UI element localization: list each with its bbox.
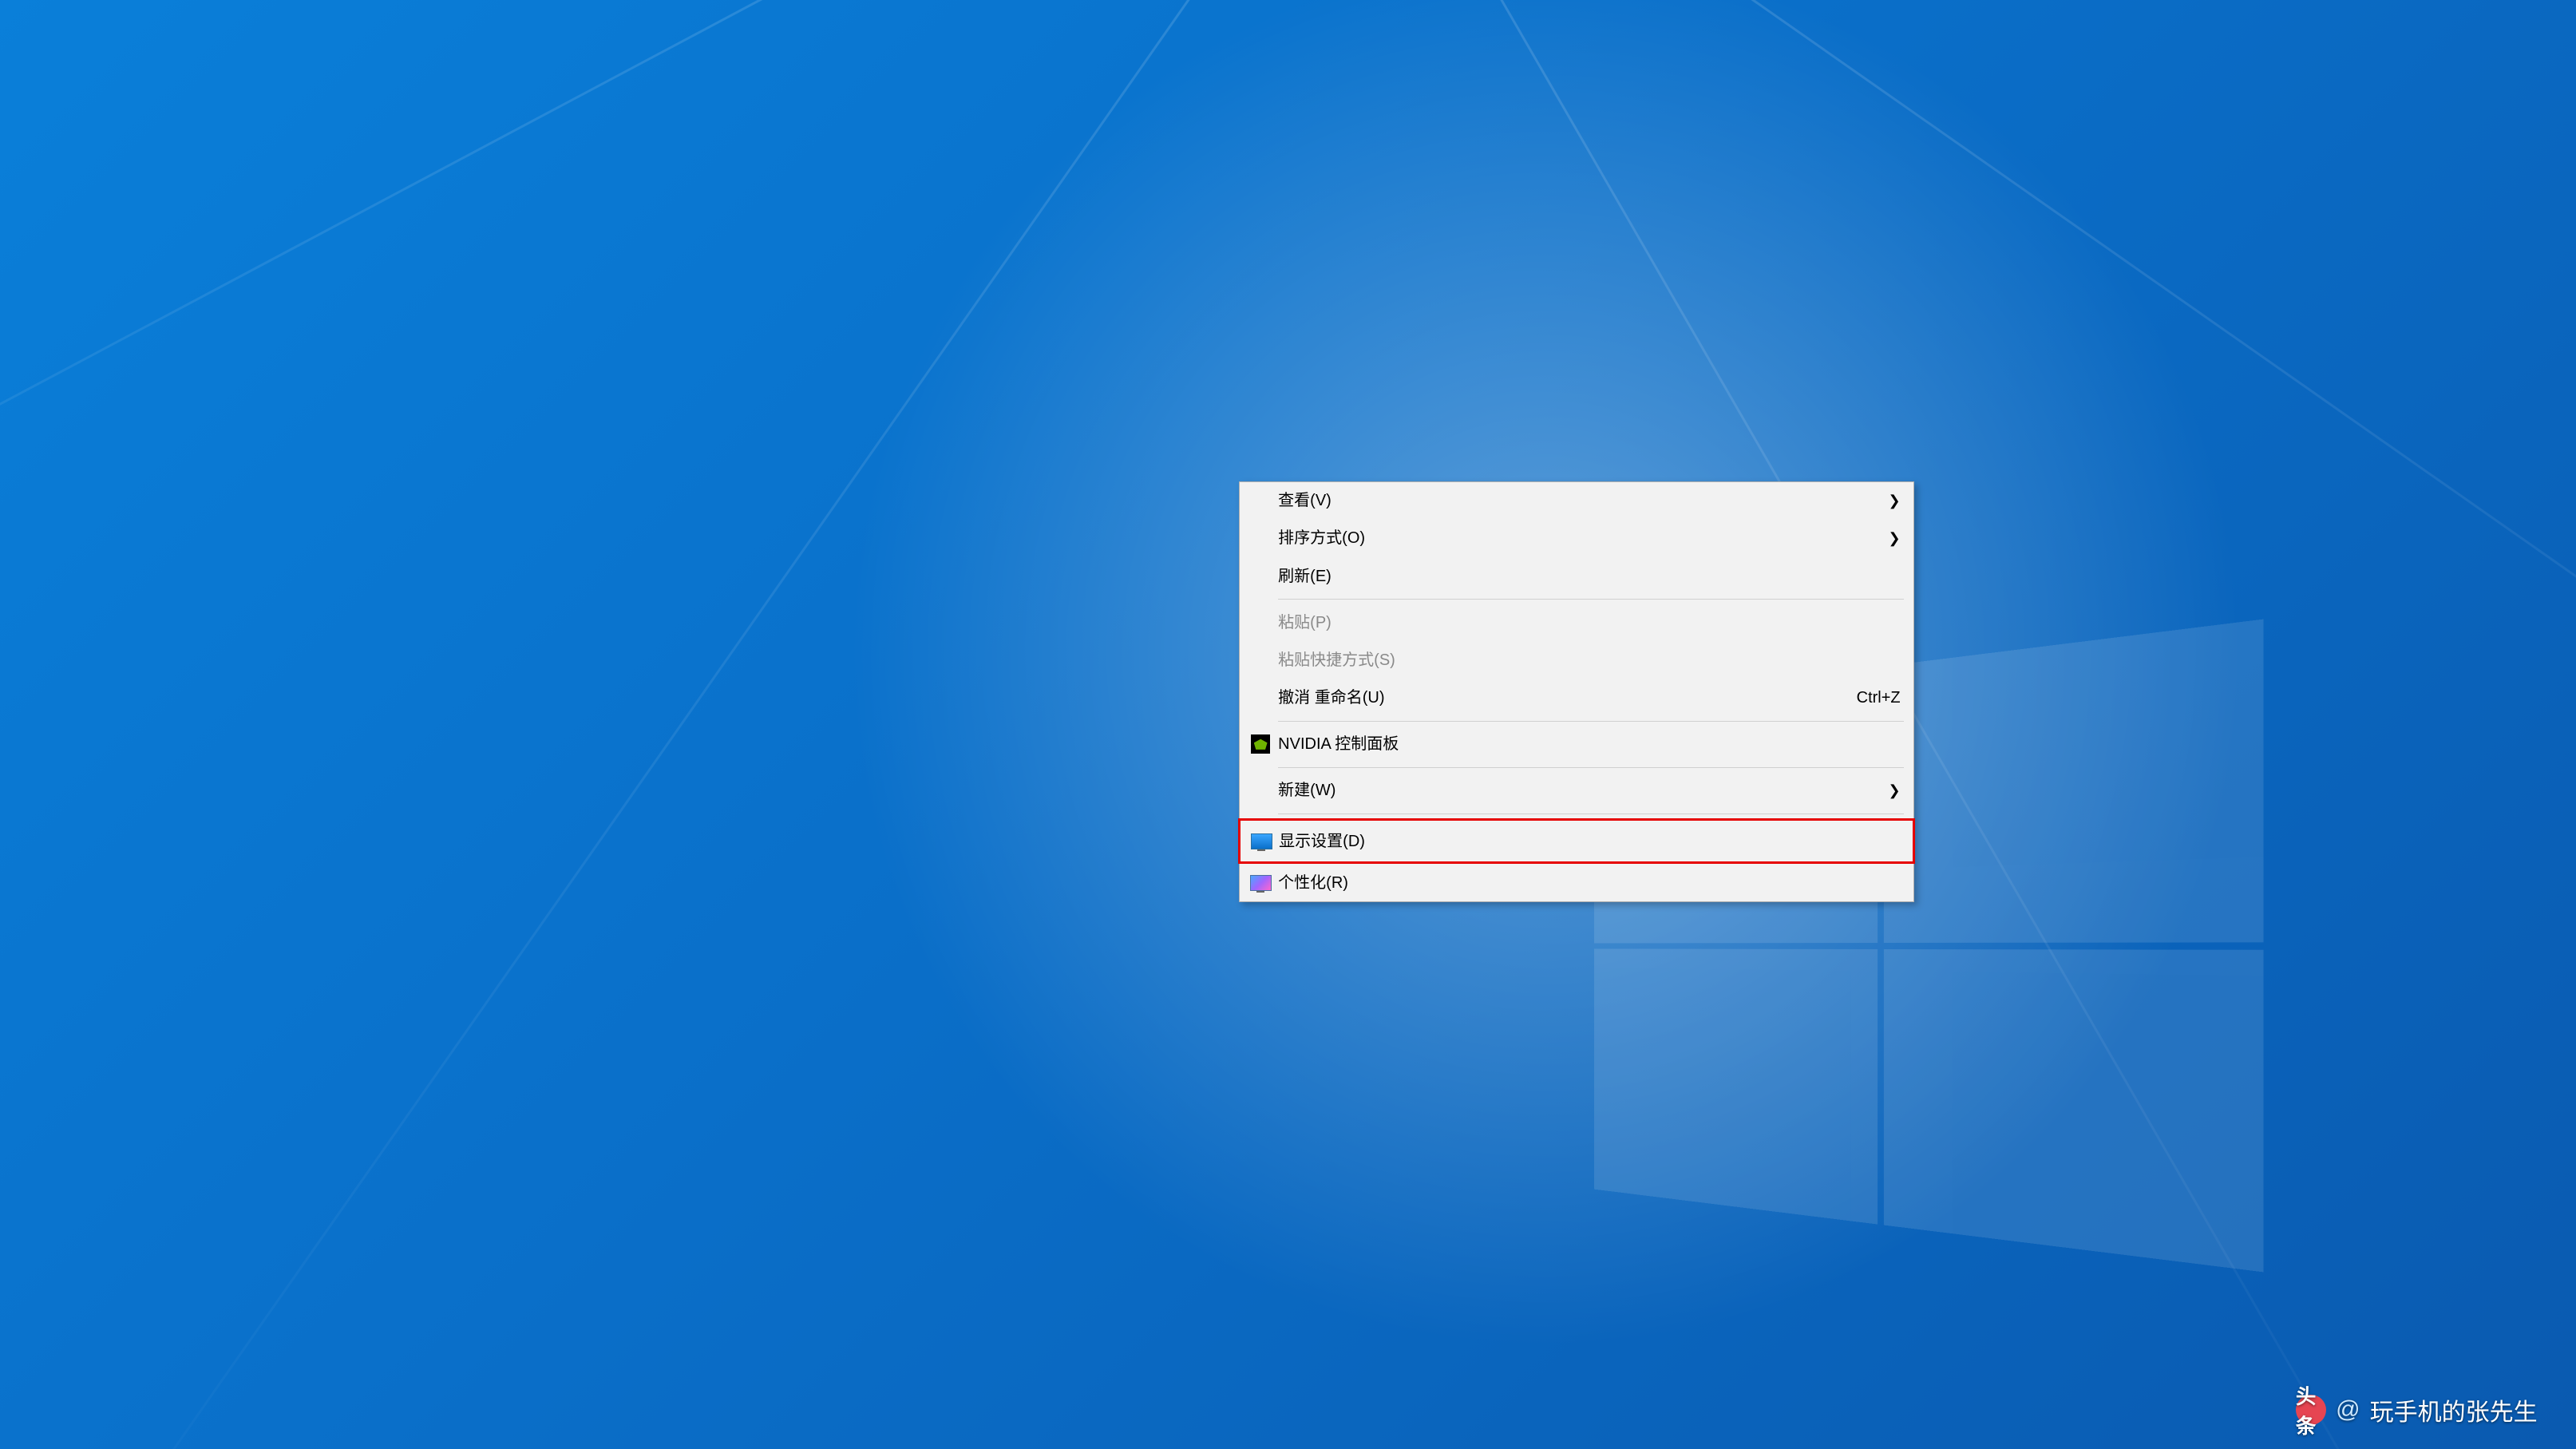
menu-item-refresh[interactable]: 刷新(E) [1240,557,1913,595]
menu-label: 新建(W) [1278,778,1335,803]
menu-item-display-settings[interactable]: 显示设置(D) [1241,822,1912,860]
menu-item-nvidia[interactable]: NVIDIA 控制面板 [1240,726,1913,763]
submenu-arrow-icon: ❯ [1889,489,1901,513]
menu-label: 粘贴(P) [1278,610,1332,635]
menu-label: 撤消 重命名(U) [1278,685,1384,711]
personalize-icon [1248,875,1272,891]
display-icon [1249,833,1273,849]
menu-separator [1278,599,1903,600]
menu-label: 显示设置(D) [1279,829,1365,854]
menu-label: 排序方式(O) [1278,525,1365,551]
tutorial-highlight: 显示设置(D) [1238,818,1914,864]
menu-label: 刷新(E) [1278,564,1332,589]
menu-label: 查看(V) [1278,488,1332,513]
menu-item-sort[interactable]: 排序方式(O) ❯ [1240,520,1913,557]
desktop-context-menu: 查看(V) ❯ 排序方式(O) ❯ 刷新(E) 粘贴(P) 粘贴快捷方式(S) … [1239,481,1913,903]
watermark-author: 玩手机的张先生 [2370,1392,2538,1427]
desktop-wallpaper[interactable]: 查看(V) ❯ 排序方式(O) ❯ 刷新(E) 粘贴(P) 粘贴快捷方式(S) … [0,0,2576,1449]
menu-label: 个性化(R) [1278,870,1348,896]
menu-item-undo-rename[interactable]: 撤消 重命名(U) Ctrl+Z [1240,679,1913,717]
menu-separator [1278,767,1903,768]
watermark-badge: 头条 [2296,1395,2326,1425]
watermark-at: @ [2336,1396,2360,1423]
menu-item-paste-shortcut: 粘贴快捷方式(S) [1240,641,1913,679]
menu-item-personalize[interactable]: 个性化(R) [1240,864,1913,901]
menu-item-view[interactable]: 查看(V) ❯ [1240,482,1913,520]
menu-item-new[interactable]: 新建(W) ❯ [1240,772,1913,810]
menu-shortcut: Ctrl+Z [1857,685,1901,711]
menu-label: 粘贴快捷方式(S) [1278,647,1395,673]
submenu-arrow-icon: ❯ [1889,779,1901,802]
menu-separator [1278,721,1903,722]
watermark: 头条 @ 玩手机的张先生 [2296,1392,2538,1427]
menu-label: NVIDIA 控制面板 [1278,731,1399,757]
nvidia-icon [1248,734,1272,754]
menu-item-paste: 粘贴(P) [1240,604,1913,641]
submenu-arrow-icon: ❯ [1889,527,1901,550]
